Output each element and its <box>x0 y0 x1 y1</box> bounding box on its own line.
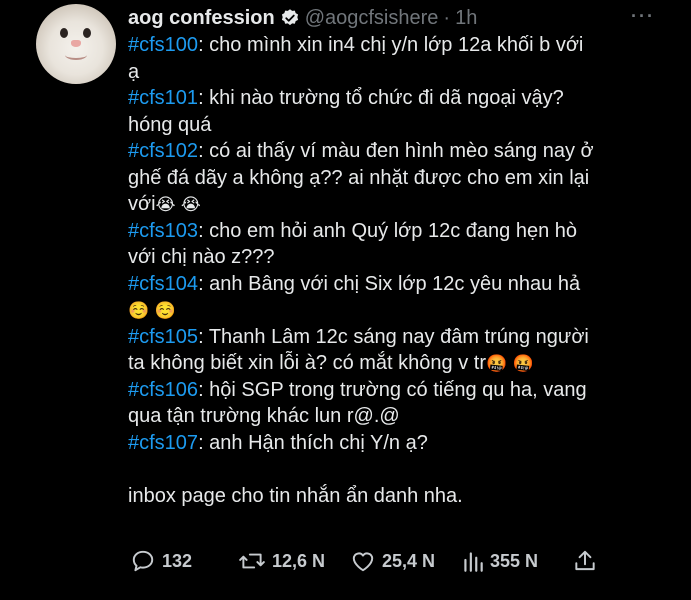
avatar-nose <box>71 40 81 47</box>
tweet-line: #cfs107: anh Hận thích chị Y/n ạ? <box>128 430 678 457</box>
tweet-line-text: ghế đá dãy a không ạ?? ai nhặt được cho … <box>128 166 590 189</box>
hashtag-link[interactable]: #cfs106 <box>128 379 198 401</box>
retweet-button[interactable]: 12,6 N <box>238 548 350 574</box>
reply-icon <box>132 550 154 572</box>
tweet-line-text: : hội SGP trong trường có tiếng qu ha, v… <box>198 378 587 401</box>
tweet-line: #cfs105: Thanh Lâm 12c sáng nay đâm trún… <box>128 324 678 351</box>
tweet-line-text: ạ <box>128 60 140 83</box>
hashtag-link[interactable]: #cfs107 <box>128 432 198 454</box>
like-button[interactable]: 25,4 N <box>350 548 462 574</box>
tweet-line-text: : anh Bâng với chị Six lớp 12c yêu nhau … <box>198 272 581 295</box>
hashtag-link[interactable]: #cfs100 <box>128 34 198 56</box>
separator-dot: · <box>443 6 451 29</box>
tweet-actions: 132 12,6 N 25,4 N 355 N <box>130 547 610 575</box>
hashtag-link[interactable]: #cfs102 <box>128 140 198 162</box>
avatar-eye-right <box>83 28 91 38</box>
tweet-line: qua tận trường khác lun r@.@ <box>128 403 678 430</box>
tweet-line-text: hóng quá <box>128 113 212 136</box>
tweet-line: ta không biết xin lỗi à? có mắt không v … <box>128 350 678 377</box>
tweet-line-text: : khi nào trường tổ chức đi dã ngoại vậy… <box>198 87 564 109</box>
hashtag-link[interactable]: #cfs104 <box>128 273 198 295</box>
hashtag-link[interactable]: #cfs101 <box>128 87 198 109</box>
tweet-line-text: : có ai thấy ví màu đen hình mèo sáng na… <box>198 140 594 162</box>
views-icon <box>464 552 483 572</box>
account-name[interactable]: aog confession <box>128 7 275 30</box>
tweet-line: với chị nào z??? <box>128 244 678 271</box>
angry-emoji: 🤬 🤬 <box>485 354 534 374</box>
tweet-line: ạ <box>128 59 678 86</box>
views-count: 355 N <box>490 550 539 571</box>
like-count: 25,4 N <box>382 550 436 571</box>
tweet-line: #cfs101: khi nào trường tổ chức đi dã ng… <box>128 85 678 112</box>
smiling-emoji: ☺️ ☺️ <box>128 301 176 321</box>
tweet-line: ghế đá dãy a không ạ?? ai nhặt được cho … <box>128 165 678 192</box>
views-button[interactable]: 355 N <box>462 548 572 574</box>
tweet-line-text: : Thanh Lâm 12c sáng nay đâm trúng người <box>198 325 589 348</box>
tweet-line: #cfs104: anh Bâng với chị Six lớp 12c yê… <box>128 271 678 298</box>
like-icon <box>352 552 374 572</box>
tweet-line: #cfs106: hội SGP trong trường có tiếng q… <box>128 377 678 404</box>
tweet-line: hóng quá <box>128 112 678 139</box>
hashtag-link[interactable]: #cfs105 <box>128 326 198 348</box>
tweet-text: #cfs100: cho mình xin in4 chị y/n lớp 12… <box>128 32 678 509</box>
avatar-mouth <box>65 50 87 60</box>
tweet-line: #cfs100: cho mình xin in4 chị y/n lớp 12… <box>128 32 678 59</box>
tweet-header: aog confession @aogcfsishere · 1h ··· <box>128 6 671 30</box>
tweet-line-text: ta không biết xin lỗi à? có mắt không v … <box>128 352 486 374</box>
tweet-line-text: qua tận trường khác lun r@.@ <box>128 405 400 427</box>
share-icon <box>575 550 595 571</box>
tweet-line-text: với chị nào z??? <box>128 246 275 268</box>
retweet-icon <box>239 553 265 569</box>
retweet-count: 12,6 N <box>272 550 326 571</box>
more-icon[interactable]: ··· <box>631 6 655 27</box>
tweet-footer-text: inbox page cho tin nhắn ẩn danh nha. <box>128 484 463 507</box>
tweet-line: ☺️ ☺️ <box>128 297 678 324</box>
verified-badge-icon <box>280 8 300 28</box>
tweet-line: #cfs102: có ai thấy ví màu đen hình mèo … <box>128 138 678 165</box>
tweet-line-text: : cho em hỏi anh Quý lớp 12c đang hẹn hò <box>198 219 577 242</box>
avatar[interactable] <box>36 4 116 84</box>
share-button[interactable] <box>572 548 598 574</box>
timestamp[interactable]: 1h <box>455 7 477 30</box>
tweet-line: #cfs103: cho em hỏi anh Quý lớp 12c đang… <box>128 218 678 245</box>
tweet-line-text: : cho mình xin in4 chị y/n lớp 12a khối … <box>198 34 584 56</box>
tweet-line-text: với <box>128 193 156 215</box>
account-handle[interactable]: @aogcfsishere <box>305 7 439 30</box>
crying-emoji: 😭 😭 <box>155 195 201 215</box>
reply-button[interactable]: 132 <box>130 548 238 574</box>
hashtag-link[interactable]: #cfs103 <box>128 220 198 242</box>
reply-count: 132 <box>162 550 193 571</box>
tweet-line: với😭 😭 <box>128 191 678 218</box>
avatar-eye-left <box>60 28 68 38</box>
tweet-line-text: : anh Hận thích chị Y/n ạ? <box>198 431 428 454</box>
